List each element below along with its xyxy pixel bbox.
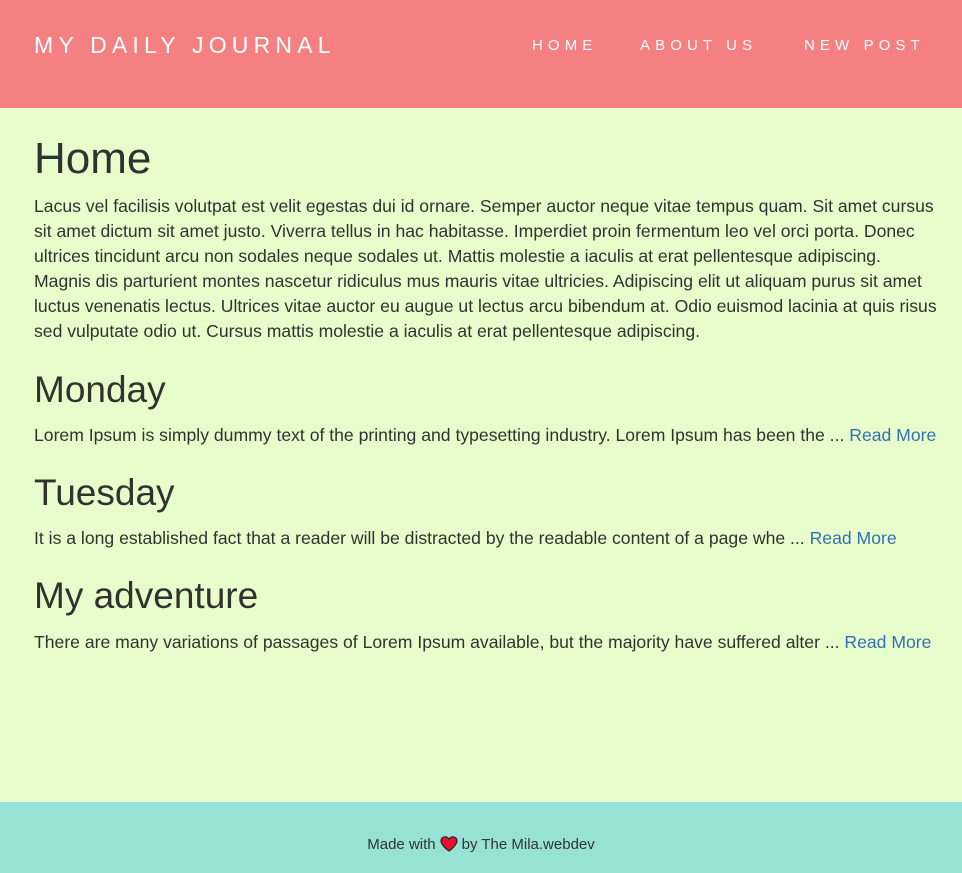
read-more-link-monday[interactable]: Read More — [849, 425, 936, 445]
heart-icon — [440, 836, 458, 858]
post-excerpt: Lorem Ipsum is simply dummy text of the … — [34, 423, 936, 447]
site-brand[interactable]: MY DAILY JOURNAL — [34, 31, 336, 59]
post-excerpt: There are many variations of passages of… — [34, 630, 931, 654]
post-excerpt-text: There are many variations of passages of… — [34, 632, 840, 652]
post-excerpt-text: Lorem Ipsum is simply dummy text of the … — [34, 425, 845, 445]
nav-about-us-link[interactable]: ABOUT US — [640, 36, 757, 56]
footer-made-with: Made with — [367, 836, 436, 853]
read-more-link-my-adventure[interactable]: Read More — [844, 632, 931, 652]
page-title: Home — [34, 134, 152, 183]
post-excerpt-text: It is a long established fact that a rea… — [34, 528, 805, 548]
read-more-link-tuesday[interactable]: Read More — [810, 528, 897, 548]
footer-by-author: by The Mila.webdev — [461, 836, 595, 853]
post-title-tuesday: Tuesday — [34, 472, 175, 513]
footer-credit: Made with by The Mila.webdev — [0, 835, 962, 858]
home-intro-text: Lacus vel facilisis volutpat est velit e… — [34, 196, 937, 341]
footer: Made with by The Mila.webdev — [0, 802, 962, 873]
post-title-monday: Monday — [34, 369, 166, 410]
nav-home-link[interactable]: HOME — [532, 36, 597, 56]
nav-new-post-link[interactable]: NEW POST — [804, 36, 925, 56]
post-excerpt: It is a long established fact that a rea… — [34, 526, 897, 550]
post-title-my-adventure: My adventure — [34, 575, 259, 616]
navbar: MY DAILY JOURNAL HOME ABOUT US NEW POST — [0, 0, 962, 108]
